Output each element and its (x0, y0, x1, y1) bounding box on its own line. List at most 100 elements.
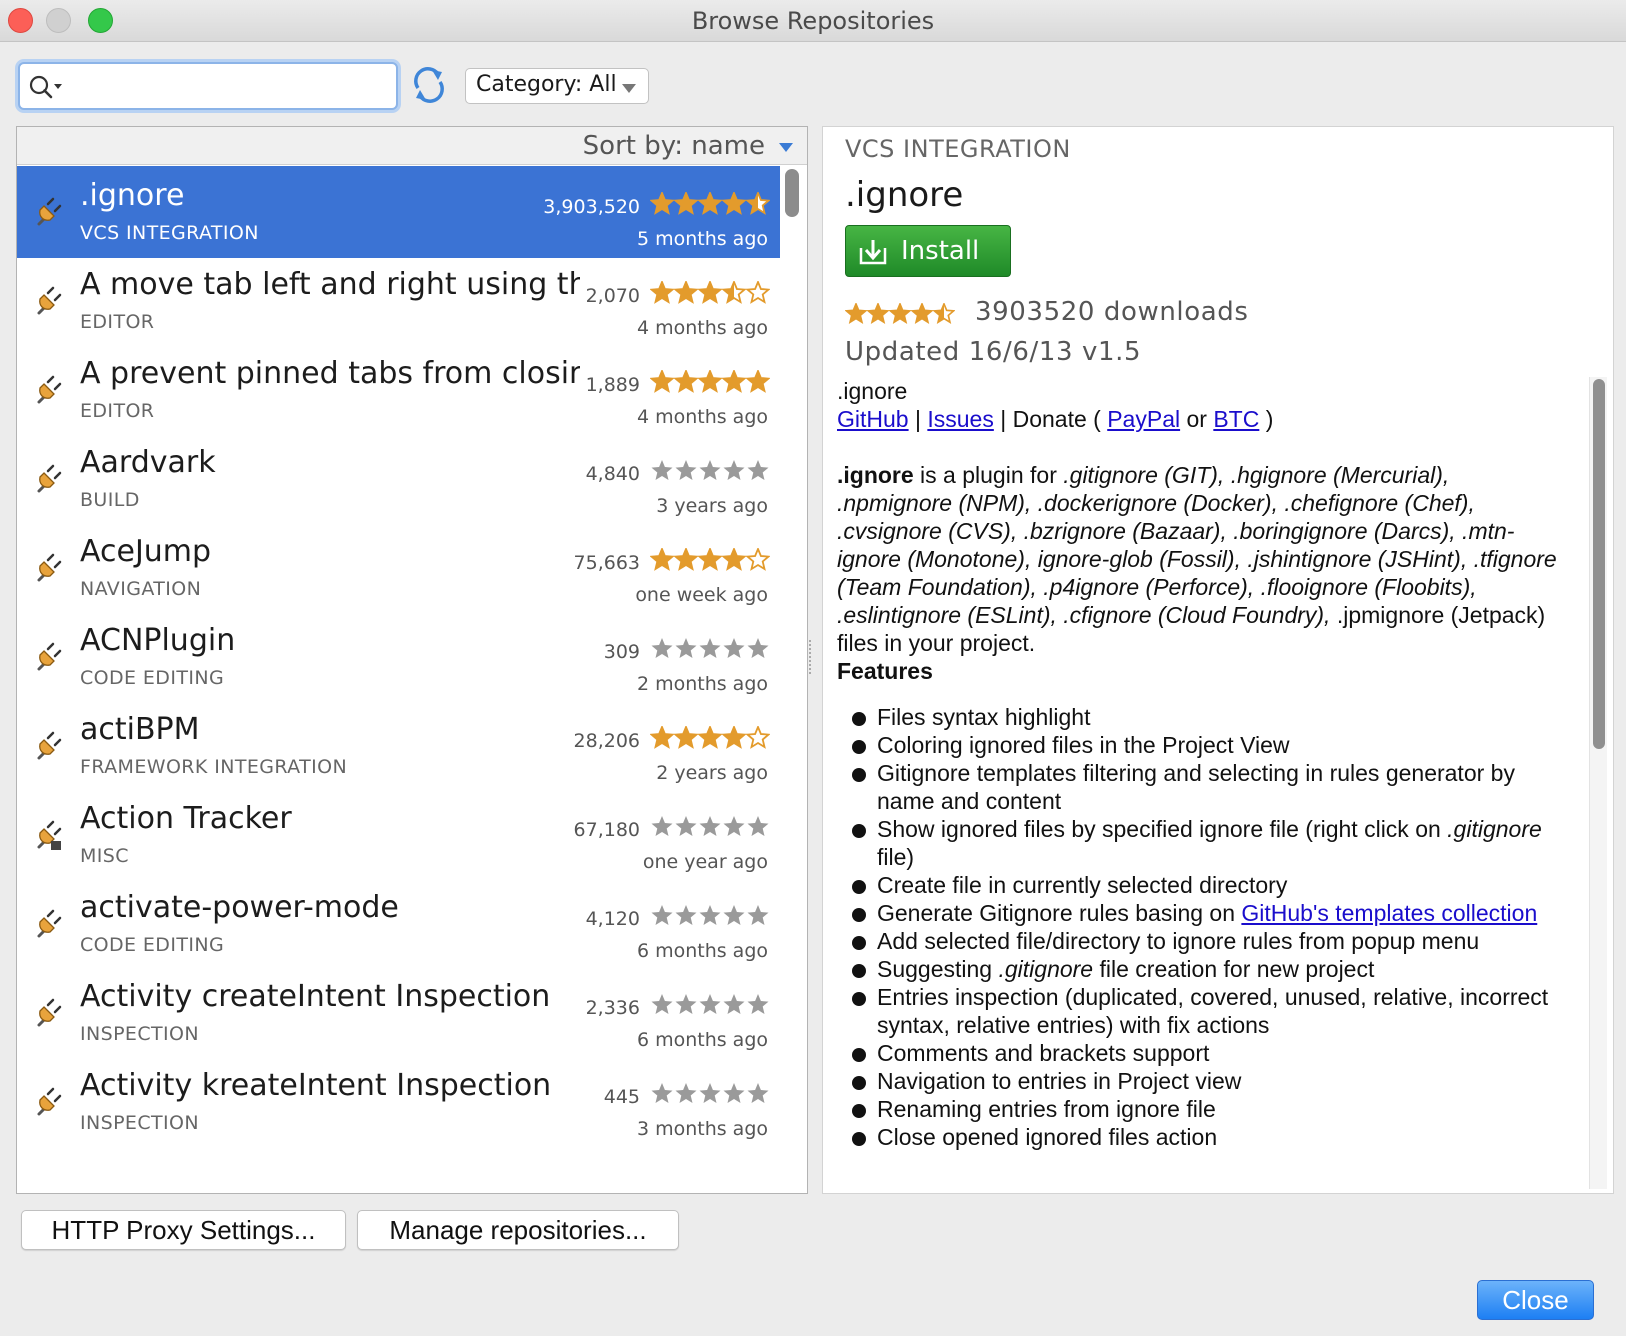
star-icon (723, 994, 745, 1014)
plugin-name: ACNPlugin (80, 623, 236, 658)
rating-stars (650, 281, 770, 304)
star-icon (675, 905, 697, 925)
plugin-description: .ignore GitHub | Issues | Donate ( PayPa… (837, 377, 1567, 1189)
github-link[interactable]: GitHub (837, 406, 909, 432)
sort-label[interactable]: Sort by: name (583, 131, 765, 161)
star-icon (675, 638, 697, 658)
plugin-category: INSPECTION (80, 1112, 199, 1134)
star-icon (745, 548, 770, 571)
plugin-category: MISC (80, 845, 129, 867)
install-button-label: Install (901, 236, 980, 266)
plugin-downloads: 2,070 (585, 285, 640, 307)
star-icon (747, 460, 769, 480)
plugin-list-row[interactable]: Action Tracker MISC 67,180 one year ago (17, 789, 780, 881)
category-dropdown-label: Category: All (476, 72, 617, 97)
plugin-category: FRAMEWORK INTEGRATION (80, 756, 348, 778)
manage-repositories-button[interactable]: Manage repositories... (357, 1210, 679, 1250)
category-dropdown[interactable]: Category: All (465, 68, 649, 104)
star-icon (745, 726, 770, 749)
plugin-icon (37, 286, 62, 315)
plugin-list-panel: Sort by: name .ignore VCS INTEGRATION 3,… (16, 126, 808, 1194)
star-icon (650, 370, 675, 393)
plugin-name: Aardvark (80, 445, 216, 480)
plugin-icon (37, 909, 62, 938)
star-icon (723, 905, 745, 925)
splitter-handle[interactable] (809, 640, 815, 674)
star-icon (845, 303, 868, 324)
detail-updated: Updated 16/6/13 v1.5 (845, 337, 1142, 367)
plugin-downloads: 4,840 (585, 463, 640, 485)
list-scrollbar-thumb[interactable] (785, 169, 799, 217)
star-icon (651, 905, 673, 925)
star-icon (699, 816, 721, 836)
star-icon (699, 1083, 721, 1103)
search-input[interactable] (66, 70, 386, 102)
plugin-updated: 4 months ago (636, 406, 768, 428)
plugin-list-row[interactable]: A move tab left and right using the keyb… (17, 255, 780, 347)
description-scrollbar-thumb[interactable] (1593, 379, 1605, 749)
sort-bar[interactable]: Sort by: name (17, 127, 807, 165)
plugin-list-row[interactable]: ACNPlugin CODE EDITING 309 2 months ago (17, 611, 780, 703)
plugin-icon (37, 375, 62, 404)
refresh-icon[interactable] (410, 66, 448, 104)
star-icon (675, 816, 697, 836)
close-button[interactable]: Close (1477, 1280, 1594, 1320)
plugin-list-row[interactable]: A prevent pinned tabs from closing plugi… (17, 344, 780, 436)
plugin-list-row[interactable]: actiBPM FRAMEWORK INTEGRATION 28,206 2 y… (17, 700, 780, 792)
feature-item: Files syntax highlight (837, 703, 1567, 731)
star-icon (651, 1083, 673, 1103)
links-separator: | (908, 406, 928, 432)
plugin-list-row[interactable]: Activity kreateIntent Inspection INSPECT… (17, 1056, 780, 1148)
install-button[interactable]: Install (845, 225, 1011, 277)
feature-item: Gitignore templates filtering and select… (837, 759, 1567, 815)
star-icon (910, 303, 934, 324)
plugin-updated: 6 months ago (636, 1029, 768, 1051)
plugin-name: Activity kreateIntent Inspection (80, 1068, 552, 1103)
plugin-list: .ignore VCS INTEGRATION 3,903,520 5 mont… (17, 166, 807, 1193)
features-list: Files syntax highlight Coloring ignored … (837, 703, 1567, 1151)
description-links: GitHub | Issues | Donate ( PayPal or BTC… (837, 405, 1567, 433)
plugin-list-row[interactable]: Aardvark BUILD 4,840 3 years ago (17, 433, 780, 525)
plugin-downloads: 309 (603, 641, 640, 663)
description-title: .ignore (837, 378, 908, 404)
rating-stars (650, 192, 770, 215)
plugin-icon (37, 197, 62, 226)
star-icon (650, 548, 675, 571)
plugin-category: INSPECTION (80, 1023, 199, 1045)
star-icon (721, 192, 747, 215)
star-icon (699, 994, 721, 1014)
title-bar: Browse Repositories (0, 0, 1626, 42)
description-intro: .ignore is a plugin for .gitignore (GIT)… (837, 461, 1567, 657)
star-icon (650, 726, 675, 749)
plugin-list-row[interactable]: AceJump NAVIGATION 75,663 one week ago (17, 522, 780, 614)
plugin-list-row[interactable]: activate-power-mode CODE EDITING 4,120 6… (17, 878, 780, 970)
star-icon (673, 548, 699, 571)
search-icon[interactable] (28, 74, 64, 100)
plugin-icon (37, 642, 62, 671)
detail-category: VCS INTEGRATION (845, 135, 1071, 163)
sort-dropdown-icon[interactable] (779, 143, 793, 152)
rating-stars (651, 994, 769, 1014)
star-icon (723, 1083, 745, 1103)
detail-plugin-name: .ignore (845, 175, 964, 215)
plugin-list-row[interactable]: Activity createIntent Inspection INSPECT… (17, 967, 780, 1059)
plugin-downloads: 445 (603, 1086, 640, 1108)
issues-link[interactable]: Issues (927, 406, 993, 432)
feature-item: Suggesting .gitignore file creation for … (837, 955, 1567, 983)
plugin-list-row[interactable]: .ignore VCS INTEGRATION 3,903,520 5 mont… (17, 166, 780, 258)
paypal-link[interactable]: PayPal (1107, 406, 1180, 432)
star-icon (673, 281, 699, 304)
star-icon (697, 548, 723, 571)
star-icon (932, 303, 955, 324)
star-icon (651, 460, 673, 480)
templates-link[interactable]: GitHub's templates collection (1241, 900, 1537, 926)
rating-stars (651, 638, 769, 658)
rating-stars (650, 726, 770, 749)
feature-item: Entries inspection (duplicated, covered,… (837, 983, 1567, 1039)
btc-link[interactable]: BTC (1213, 406, 1259, 432)
feature-item: Generate Gitignore rules basing on GitHu… (837, 899, 1567, 927)
search-field[interactable] (18, 62, 398, 110)
http-proxy-settings-button[interactable]: HTTP Proxy Settings... (21, 1210, 346, 1250)
plugin-updated: 2 months ago (636, 673, 768, 695)
plugin-downloads: 28,206 (573, 730, 640, 752)
